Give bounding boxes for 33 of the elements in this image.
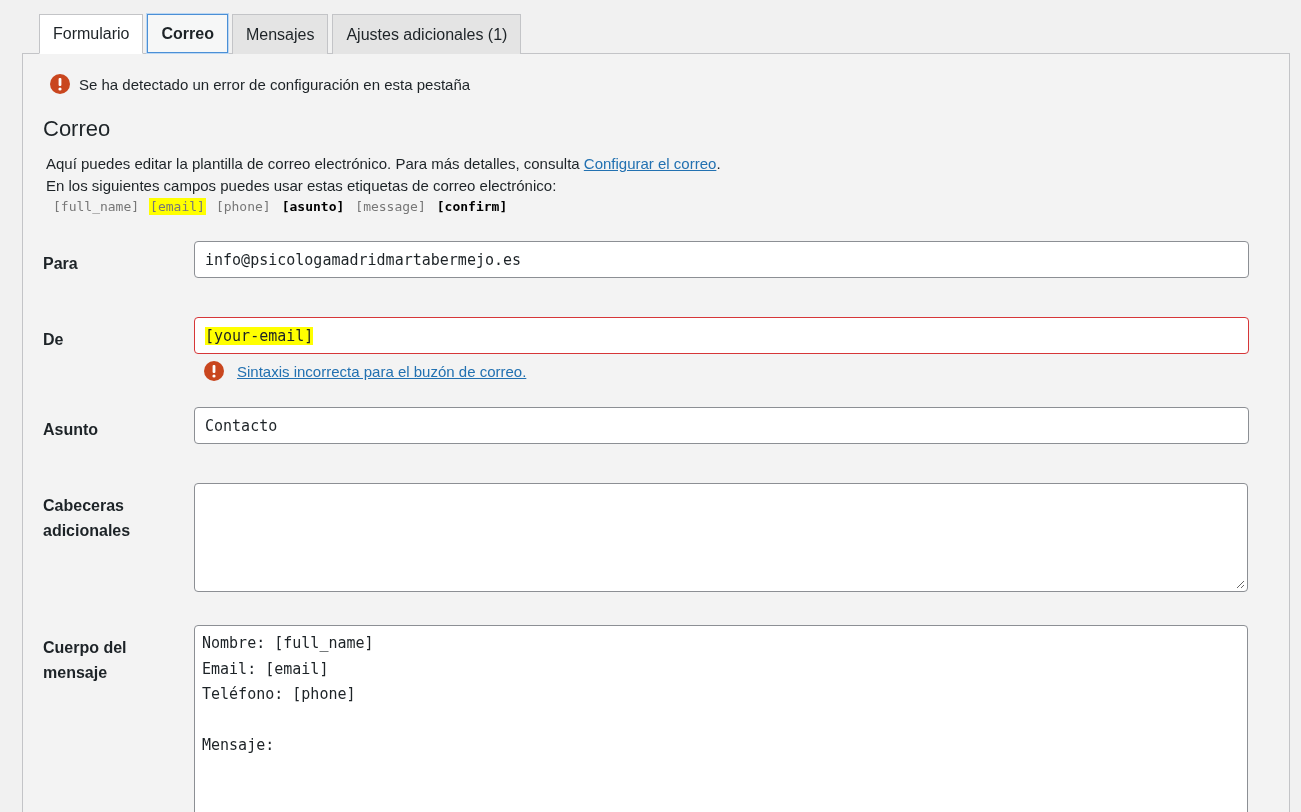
message-body-text: Nombre: [full_name] Email: [email] Teléfono: [phone] Mensaje: xyxy=(201,633,375,756)
mail-tag: [email] xyxy=(149,198,206,215)
description-text: Aquí puedes editar la plantilla de correo electrónico. Para más detalles, consulta Configurar el correo. xyxy=(46,154,722,173)
error-icon xyxy=(204,361,224,381)
field-value: info@psicologamadridmartabermejo.es xyxy=(205,250,522,269)
tab[interactable]: Ajustes adicionales (1) xyxy=(332,14,522,54)
error-link[interactable]: Sintaxis incorrecta para el buzón de correo. xyxy=(237,362,527,380)
tab[interactable]: Formulario xyxy=(39,14,144,54)
field-value: Contacto xyxy=(205,416,278,435)
help-link[interactable]: Configurar el correo xyxy=(583,155,717,172)
field-label: De xyxy=(43,330,65,350)
mail-tag: [full_name] xyxy=(52,198,141,215)
section-title: Correo xyxy=(43,116,112,142)
field-label: Cabeceras adicionales xyxy=(43,496,132,541)
tags-intro-text: En los siguientes campos puedes usar estas etiquetas de correo electrónico: xyxy=(46,176,558,195)
input-field[interactable]: info@psicologamadridmartabermejo.es xyxy=(194,241,1249,278)
mail-tag: [confirm] xyxy=(435,198,509,215)
tab[interactable]: Mensajes xyxy=(231,14,329,54)
input-field[interactable]: Contacto xyxy=(194,407,1249,444)
field-value: [your-email] xyxy=(205,326,314,345)
mail-tag: [phone] xyxy=(214,198,272,215)
field-label: Para xyxy=(43,254,79,274)
text-area[interactable]: Nombre: [full_name] Email: [email] Teléfono: [phone] Mensaje: xyxy=(194,625,1248,812)
error-icon xyxy=(50,74,70,94)
resize-handle-icon[interactable] xyxy=(1235,579,1245,589)
mail-tag: [asunto] xyxy=(280,198,346,215)
field-label: Cuerpo del mensaje xyxy=(43,638,128,683)
text-area[interactable] xyxy=(194,483,1248,592)
input-field[interactable]: [your-email] xyxy=(194,317,1249,354)
mail-tag: [message] xyxy=(354,198,427,215)
field-label: Asunto xyxy=(43,420,100,440)
error-notice: Se ha detectado un error de configuración en esta pestaña xyxy=(79,75,471,93)
tab[interactable]: Correo xyxy=(147,14,228,53)
